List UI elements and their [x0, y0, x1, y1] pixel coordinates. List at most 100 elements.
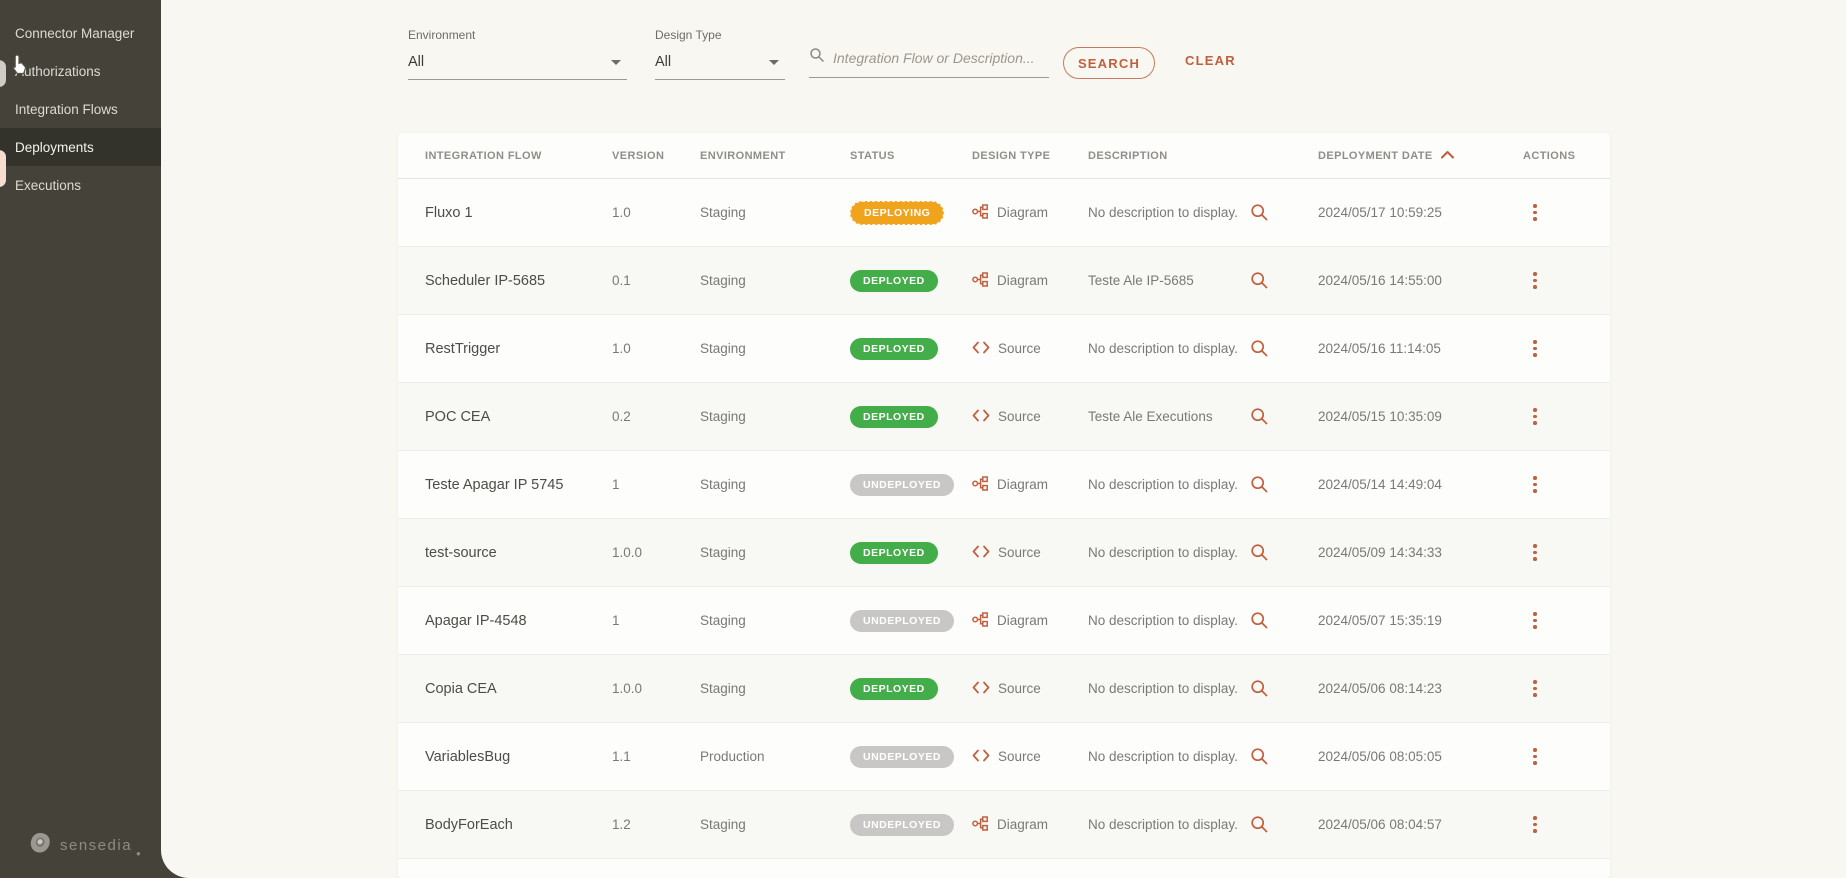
row-search-icon[interactable]: [1250, 407, 1318, 426]
row-version: 1.1: [612, 749, 631, 764]
header-deployment-date[interactable]: DEPLOYMENT DATE: [1318, 150, 1523, 162]
sort-ascending-icon[interactable]: [1440, 150, 1455, 162]
row-actions-menu-icon[interactable]: [1523, 340, 1547, 357]
edge-indicator-pink: [0, 150, 6, 187]
header-environment: ENVIRONMENT: [700, 149, 786, 162]
row-design-type: Source: [972, 409, 1088, 425]
row-search-icon[interactable]: [1250, 815, 1318, 834]
row-actions-menu-icon[interactable]: [1523, 204, 1547, 221]
design-type-label: Source: [998, 749, 1041, 764]
row-flow-name: VariablesBug: [425, 748, 511, 765]
row-deployment-date: 2024/05/14 14:49:04: [1318, 477, 1442, 492]
row-deployment-date: 2024/05/15 10:35:09: [1318, 409, 1442, 424]
table-row[interactable]: POC CEA 0.2 Staging DEPLOYED Source Test…: [398, 383, 1610, 451]
row-description: No description to display.: [1088, 545, 1238, 560]
environment-select[interactable]: Environment All: [408, 28, 627, 80]
row-version: 1.0: [612, 341, 631, 356]
row-deployment-date: 2024/05/07 15:35:19: [1318, 613, 1442, 628]
sensedia-logo-dot: ●: [136, 849, 141, 858]
row-version: 1.0: [612, 205, 631, 220]
row-environment: Staging: [700, 613, 746, 628]
design-type-label: Diagram: [997, 477, 1049, 492]
table-row[interactable]: RestTrigger 1.0 Staging DEPLOYED Source …: [398, 315, 1610, 383]
sidebar-item-integration-flows[interactable]: Integration Flows: [0, 90, 161, 128]
deployments-table-card: INTEGRATION FLOW VERSION ENVIRONMENT STA…: [398, 133, 1610, 878]
design-type-label: Source: [998, 545, 1041, 560]
row-actions-menu-icon[interactable]: [1523, 816, 1547, 833]
row-search-icon[interactable]: [1250, 543, 1318, 562]
environment-label: Environment: [408, 28, 476, 42]
table-row[interactable]: Apagar IP-4548 1 Staging UNDEPLOYED Diag…: [398, 587, 1610, 655]
diagram-icon: [972, 815, 989, 834]
row-environment: Staging: [700, 205, 746, 220]
table-row[interactable]: Scheduler IP-5685 0.1 Staging DEPLOYED D…: [398, 247, 1610, 315]
row-deployment-date: 2024/05/16 11:14:05: [1318, 341, 1441, 356]
row-search-icon[interactable]: [1250, 747, 1318, 766]
design-type-label: Source: [998, 409, 1041, 424]
row-flow-name: POC CEA: [425, 408, 491, 425]
row-version: 1.0.0: [612, 545, 643, 560]
table-header-row: INTEGRATION FLOW VERSION ENVIRONMENT STA…: [398, 133, 1610, 179]
clear-button[interactable]: CLEAR: [1185, 53, 1236, 68]
status-badge: DEPLOYED: [850, 405, 938, 428]
sidebar-item-label: Executions: [15, 177, 82, 193]
sidebar-item-deployments[interactable]: Deployments: [0, 128, 161, 166]
table-row[interactable]: Copia CEA 1.0.0 Staging DEPLOYED Source …: [398, 655, 1610, 723]
table-row[interactable]: test-source 1.0.0 Staging DEPLOYED Sourc…: [398, 519, 1610, 587]
row-search-icon[interactable]: [1250, 339, 1318, 358]
status-badge: UNDEPLOYED: [850, 609, 954, 632]
row-actions-menu-icon[interactable]: [1523, 612, 1547, 629]
table-row[interactable]: Fluxo 1 1.0 Staging DEPLOYING Diagram No…: [398, 179, 1610, 247]
sidebar-item-label: Authorizations: [15, 63, 101, 79]
row-status: DEPLOYED: [850, 677, 972, 700]
row-deployment-date: 2024/05/06 08:04:57: [1318, 817, 1442, 832]
row-deployment-date: 2024/05/06 08:14:23: [1318, 681, 1442, 696]
row-actions-menu-icon[interactable]: [1523, 476, 1547, 493]
design-type-select[interactable]: Design Type All: [655, 28, 785, 80]
row-actions-menu-icon[interactable]: [1523, 748, 1547, 765]
design-type-label: Diagram: [997, 205, 1049, 220]
table-body: Fluxo 1 1.0 Staging DEPLOYING Diagram No…: [398, 179, 1610, 859]
search-field: [809, 47, 1049, 78]
sidebar-nav: Connector Manager Authorizations Integrati…: [0, 0, 161, 204]
search-button[interactable]: SEARCH: [1063, 47, 1155, 79]
sensedia-logo-icon: [28, 831, 52, 860]
row-description: Teste Ale IP-5685: [1088, 273, 1194, 288]
sidebar-item-executions[interactable]: Executions: [0, 166, 161, 204]
row-search-icon[interactable]: [1250, 203, 1318, 222]
row-description: No description to display.: [1088, 681, 1238, 696]
row-description: No description to display.: [1088, 341, 1238, 356]
row-design-type: Diagram: [972, 203, 1088, 222]
row-flow-name: Scheduler IP-5685: [425, 272, 546, 289]
source-code-icon: [972, 545, 990, 561]
sidebar-item-authorizations[interactable]: Authorizations: [0, 52, 161, 90]
row-status: DEPLOYED: [850, 405, 972, 428]
design-type-value: All: [655, 54, 672, 70]
diagram-icon: [972, 203, 989, 222]
sensedia-logo: sensedia ●: [28, 831, 141, 860]
row-status: DEPLOYING: [850, 200, 972, 225]
row-status: UNDEPLOYED: [850, 609, 972, 632]
row-actions-menu-icon[interactable]: [1523, 680, 1547, 697]
row-design-type: Source: [972, 545, 1088, 561]
chevron-down-icon: [769, 59, 779, 65]
row-actions-menu-icon[interactable]: [1523, 272, 1547, 289]
row-actions-menu-icon[interactable]: [1523, 544, 1547, 561]
row-search-icon[interactable]: [1250, 271, 1318, 290]
row-actions-menu-icon[interactable]: [1523, 408, 1547, 425]
table-row[interactable]: VariablesBug 1.1 Production UNDEPLOYED S…: [398, 723, 1610, 791]
table-row[interactable]: Teste Apagar IP 5745 1 Staging UNDEPLOYE…: [398, 451, 1610, 519]
sidebar-item-connector-manager[interactable]: Connector Manager: [0, 14, 161, 52]
row-description: No description to display.: [1088, 477, 1238, 492]
status-badge: DEPLOYED: [850, 541, 938, 564]
search-input[interactable]: [833, 49, 1049, 66]
row-environment: Staging: [700, 477, 746, 492]
design-type-label: Design Type: [655, 28, 722, 42]
row-design-type: Diagram: [972, 475, 1088, 494]
row-search-icon[interactable]: [1250, 679, 1318, 698]
row-search-icon[interactable]: [1250, 611, 1318, 630]
table-row[interactable]: BodyForEach 1.2 Staging UNDEPLOYED Diagr…: [398, 791, 1610, 859]
row-status: DEPLOYED: [850, 541, 972, 564]
sidebar: Connector Manager Authorizations Integrati…: [0, 0, 161, 878]
row-search-icon[interactable]: [1250, 475, 1318, 494]
